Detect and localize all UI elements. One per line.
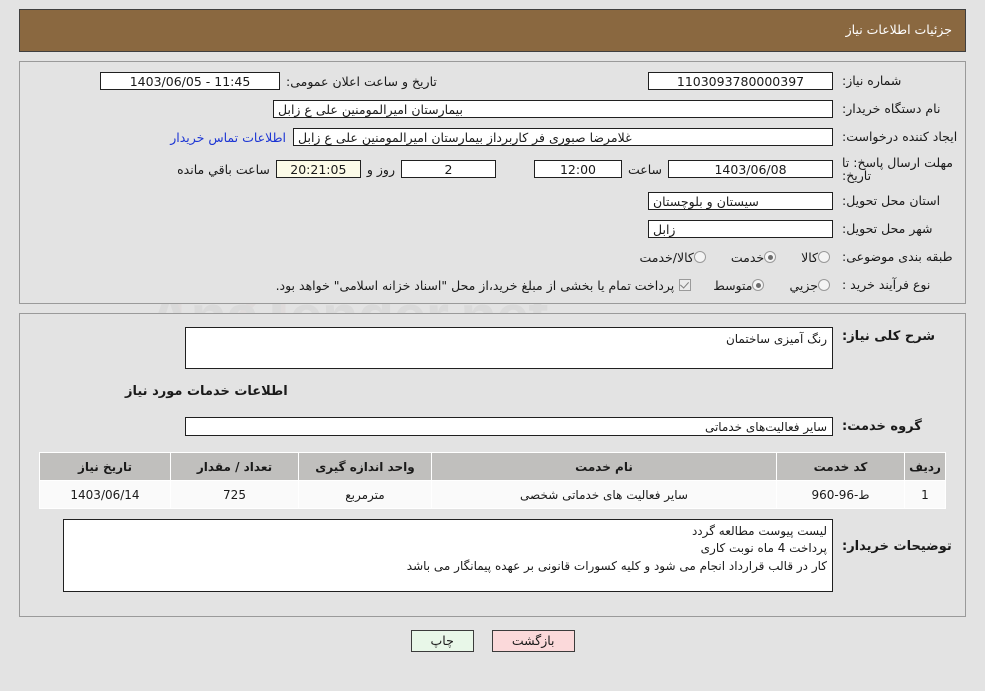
province-field[interactable]: سیستان و بلوچستان (648, 192, 833, 210)
city-field[interactable]: زابل (648, 220, 833, 238)
category-radio-group: کالا خدمت کالا/خدمت (617, 250, 833, 265)
radio-icon-jozee[interactable] (818, 279, 830, 291)
page-title: جزئیات اطلاعات نیاز (845, 22, 952, 38)
public-announce-field[interactable]: 11:45 - 1403/06/05 (100, 72, 280, 90)
category-option-2[interactable]: کالا/خدمت (617, 250, 708, 265)
category-option-1-label: خدمت (730, 249, 765, 265)
service-group-label: گروه خدمت: (842, 419, 922, 434)
process-option-1[interactable]: متوسط (691, 278, 767, 293)
requester-label: ایجاد کننده درخواست: (842, 129, 958, 145)
row-service-group: گروه خدمت: سایر فعالیت‌های خدماتی (20, 417, 965, 436)
days-remaining-label: روز و (366, 161, 395, 177)
services-table: ردیف کد خدمت نام خدمت واحد اندازه گیری ت… (39, 452, 946, 509)
public-announce-label: تاریخ و ساعت اعلان عمومی: (286, 73, 437, 89)
radio-icon-kala-khedmat[interactable] (693, 251, 706, 263)
cell-unit: مترمربع (298, 480, 432, 509)
page-header-bar: جزئیات اطلاعات نیاز (19, 9, 966, 52)
row-category: طبقه بندی موضوعی: کالا خدمت کالا/خدمت (20, 244, 965, 270)
buyer-notes-label: توضیحات خریدار: (842, 539, 952, 554)
cell-index: 1 (904, 480, 946, 509)
service-group-field[interactable]: سایر فعالیت‌های خدماتی (185, 417, 833, 436)
cell-date: 1403/06/14 (39, 480, 171, 509)
process-radio-group: جزیي متوسط (691, 278, 833, 293)
deadline-label: مهلت ارسال پاسخ: تا تاریخ: (842, 154, 953, 183)
th-quantity: تعداد / مقدار (170, 452, 299, 481)
need-info-panel: شماره نیاز: 1103093780000397 تاریخ و ساع… (19, 61, 966, 304)
row-buyer-notes: توضیحات خریدار: لیست پیوست مطالعه گردد پ… (20, 519, 965, 592)
need-details-panel: شرح کلی نیاز: رنگ آمیزی ساختمان اطلاعات … (19, 313, 966, 617)
process-option-1-label: متوسط (713, 277, 753, 293)
cell-name: سایر فعالیت های خدماتی شخصی (431, 480, 777, 509)
radio-icon-motavaset[interactable] (752, 279, 765, 291)
province-label: استان محل تحویل: (842, 193, 941, 209)
cell-quantity: 725 (170, 480, 299, 509)
radio-icon-khedmat[interactable] (764, 251, 777, 263)
cell-code: ط-96-960 (776, 480, 905, 509)
table-row[interactable]: 1 ط-96-960 سایر فعالیت های خدماتی شخصی م… (39, 480, 946, 509)
row-need-number: شماره نیاز: 1103093780000397 تاریخ و ساع… (20, 68, 965, 94)
category-option-2-label: کالا/خدمت (639, 249, 694, 265)
buyer-contact-link[interactable]: اطلاعات تماس خریدار (163, 130, 293, 145)
treasury-checkbox-label: پرداخت تمام یا بخشی از مبلغ خرید،از محل … (275, 277, 675, 293)
general-description-label: شرح کلی نیاز: (842, 329, 936, 344)
table-header-row: ردیف کد خدمت نام خدمت واحد اندازه گیری ت… (39, 452, 946, 481)
buyer-org-label: نام دستگاه خریدار: (842, 101, 941, 117)
buyer-org-field[interactable]: بیمارستان امیرالمومنین علی ع زابل (273, 100, 833, 118)
th-index: ردیف (904, 452, 946, 481)
process-option-0[interactable]: جزیي (767, 278, 833, 293)
th-code: کد خدمت (776, 452, 905, 481)
row-province: استان محل تحویل: سیستان و بلوچستان (20, 188, 965, 214)
row-buyer-org: نام دستگاه خریدار: بیمارستان امیرالمومنی… (20, 96, 965, 122)
process-option-0-label: جزیي (789, 277, 818, 293)
category-option-1[interactable]: خدمت (709, 250, 779, 265)
th-unit: واحد اندازه گیری (298, 452, 432, 481)
time-remaining-field: 20:21:05 (275, 160, 361, 178)
services-section-title: اطلاعات خدمات مورد نیاز (125, 384, 288, 399)
requester-field[interactable]: غلامرضا صبوری فر کاربرداز بیمارستان امیر… (293, 128, 833, 146)
deadline-time-field[interactable]: 12:00 (533, 160, 622, 178)
deadline-time-label: ساعت (627, 161, 662, 177)
need-number-field[interactable]: 1103093780000397 (648, 72, 833, 90)
category-option-0-label: کالا (801, 249, 818, 265)
row-process-type: نوع فرآیند خرید : جزیي متوسط پرداخت تمام… (20, 272, 965, 298)
th-date: تاریخ نیاز (39, 452, 171, 481)
category-option-0[interactable]: کالا (779, 250, 833, 265)
header-region: جزئیات اطلاعات نیاز (0, 0, 985, 52)
treasury-checkbox[interactable] (679, 279, 692, 291)
days-remaining-field[interactable]: 2 (400, 160, 496, 178)
services-table-wrap: ردیف کد خدمت نام خدمت واحد اندازه گیری ت… (39, 452, 946, 509)
back-button[interactable]: بازگشت (491, 630, 575, 653)
time-remaining-label: ساعت باقي مانده (177, 161, 270, 177)
th-name: نام خدمت (431, 452, 777, 481)
category-label: طبقه بندی موضوعی: (842, 249, 953, 265)
city-label: شهر محل تحویل: (842, 221, 933, 237)
process-type-label: نوع فرآیند خرید : (842, 277, 931, 293)
row-requester: ایجاد کننده درخواست: غلامرضا صبوری فر کا… (20, 124, 965, 150)
row-general-description: شرح کلی نیاز: رنگ آمیزی ساختمان (20, 327, 965, 369)
need-number-label: شماره نیاز: (842, 73, 902, 89)
general-description-textarea[interactable]: رنگ آمیزی ساختمان (185, 327, 833, 369)
row-deadline: مهلت ارسال پاسخ: تا تاریخ: 1403/06/08 سا… (20, 152, 965, 186)
buyer-notes-textarea[interactable]: لیست پیوست مطالعه گردد پرداخت 4 ماه نوبت… (63, 519, 833, 592)
radio-icon-kala[interactable] (818, 251, 830, 263)
row-city: شهر محل تحویل: زابل (20, 216, 965, 242)
footer-buttons: بازگشت چاپ (0, 630, 985, 653)
print-button[interactable]: چاپ (410, 630, 474, 653)
deadline-date-field[interactable]: 1403/06/08 (668, 160, 833, 178)
